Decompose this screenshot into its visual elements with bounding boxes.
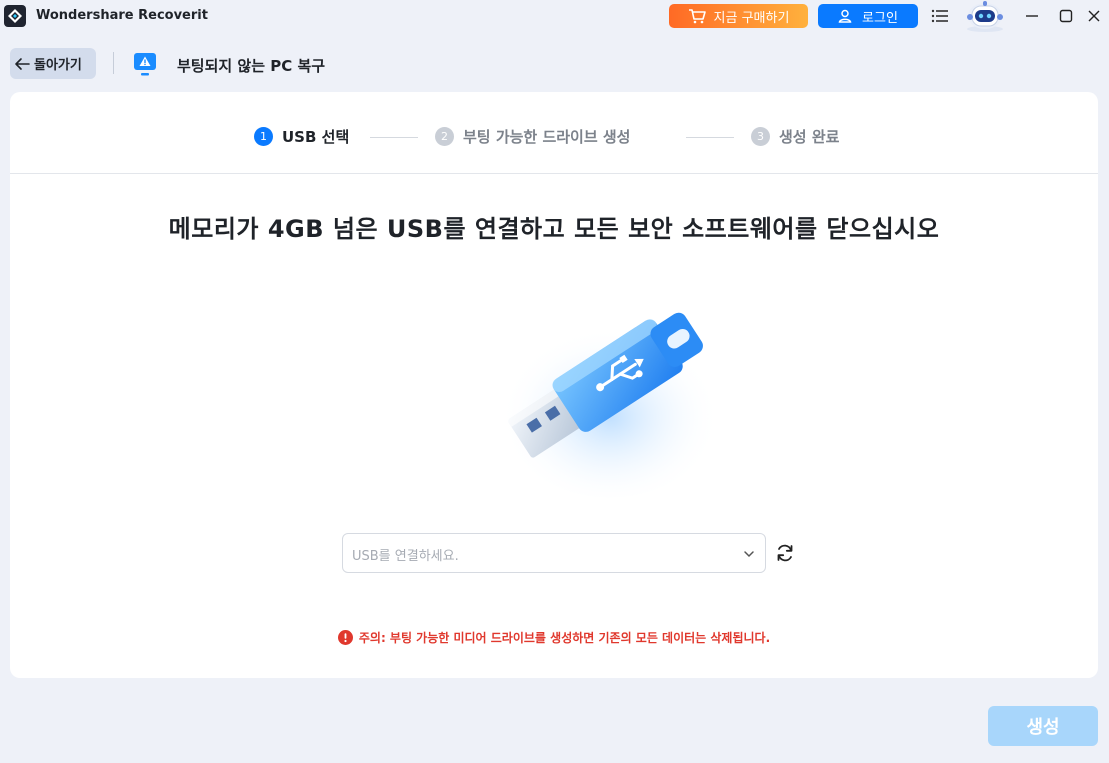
app-title: Wondershare Recoverit <box>36 8 208 23</box>
app-window: Wondershare Recoverit 지금 구매하기 로그인 돌아가기 부… <box>0 0 1109 763</box>
chevron-down-icon <box>744 551 754 558</box>
refresh-icon[interactable] <box>775 543 795 563</box>
warning-monitor-icon <box>134 53 156 76</box>
warning-text: 주의: 부팅 가능한 미디어 드라이브를 생성하면 기존의 모든 데이터는 삭제… <box>358 631 771 645</box>
user-icon <box>838 9 852 23</box>
app-logo-icon <box>4 5 26 27</box>
buy-now-button[interactable]: 지금 구매하기 <box>669 4 808 28</box>
title-bar: Wondershare Recoverit 지금 구매하기 로그인 <box>0 0 1109 34</box>
minimize-icon[interactable] <box>1024 8 1040 24</box>
step-connector-2 <box>686 137 734 138</box>
buy-now-label: 지금 구매하기 <box>713 10 790 26</box>
usb-drive-icon <box>500 312 720 498</box>
arrow-left-icon <box>15 57 30 70</box>
create-button[interactable]: 생성 <box>988 706 1098 746</box>
login-button[interactable]: 로그인 <box>818 4 918 28</box>
step-2-label: 부팅 가능한 드라이브 생성 <box>463 128 631 146</box>
back-label: 돌아가기 <box>34 58 82 73</box>
main-card: 1 USB 선택 2 부팅 가능한 드라이브 생성 3 생성 완료 메모리가 4… <box>10 92 1098 678</box>
data-loss-warning: 주의: 부팅 가능한 미디어 드라이브를 생성하면 기존의 모든 데이터는 삭제… <box>10 629 1098 646</box>
header-divider <box>113 52 114 74</box>
step-1-number: 1 <box>254 127 273 146</box>
step-1-label: USB 선택 <box>282 128 350 146</box>
error-icon <box>337 630 353 645</box>
instruction-headline: 메모리가 4GB 넘은 USB를 연결하고 모든 보안 소프트웨어를 닫으십시오 <box>168 215 940 243</box>
step-connector-1 <box>370 137 418 138</box>
step-3-number: 3 <box>751 127 770 146</box>
page-title: 부팅되지 않는 PC 복구 <box>177 57 326 75</box>
step-1: 1 USB 선택 <box>254 126 349 147</box>
cart-icon <box>688 9 706 24</box>
step-3: 3 생성 완료 <box>751 126 839 147</box>
card-divider <box>10 173 1098 174</box>
robot-avatar-icon[interactable] <box>961 0 1009 32</box>
step-indicator: 1 USB 선택 2 부팅 가능한 드라이브 생성 3 생성 완료 <box>10 92 1098 174</box>
step-2: 2 부팅 가능한 드라이브 생성 <box>435 126 630 147</box>
step-3-label: 생성 완료 <box>779 128 840 146</box>
back-button[interactable]: 돌아가기 <box>10 48 96 79</box>
usb-select-placeholder: USB를 연결하세요. <box>352 549 459 564</box>
step-2-number: 2 <box>435 127 454 146</box>
maximize-icon[interactable] <box>1058 8 1074 24</box>
menu-icon[interactable] <box>931 8 949 24</box>
usb-select-dropdown[interactable]: USB를 연결하세요. <box>342 533 766 573</box>
close-icon[interactable] <box>1086 8 1102 24</box>
login-label: 로그인 <box>862 10 898 26</box>
